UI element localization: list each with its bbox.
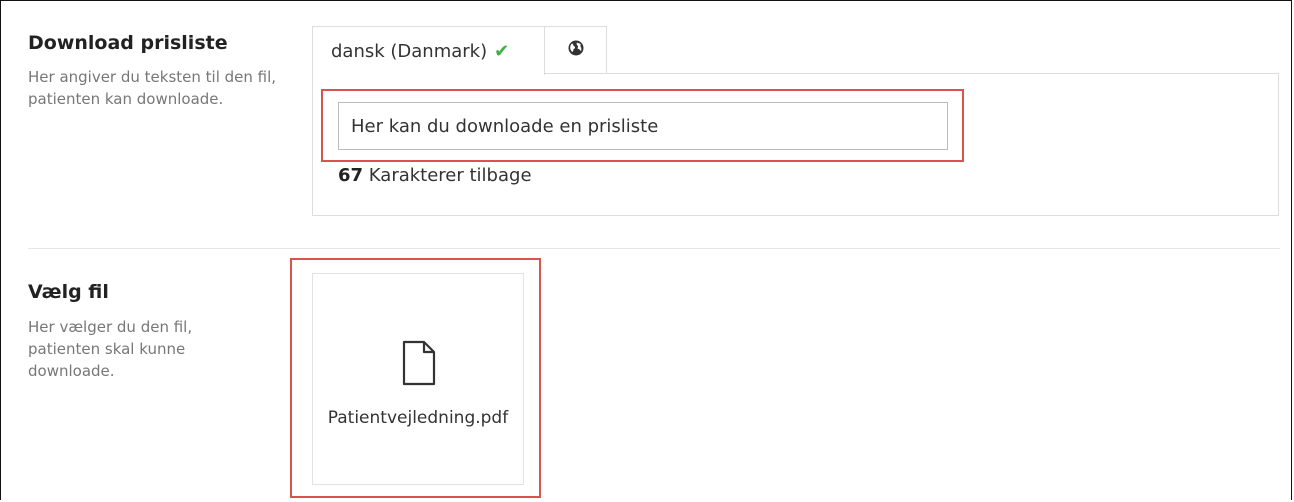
globe-icon: [568, 40, 584, 61]
file-section-title: Vælg fil: [28, 281, 109, 303]
file-highlight-box: [290, 258, 541, 498]
tab-globe[interactable]: [545, 26, 607, 74]
section-divider: [28, 248, 1280, 249]
counter-text: Karakterer tilbage: [368, 165, 532, 186]
character-counter: 67 Karakterer tilbage: [338, 165, 532, 186]
download-section-title: Download prisliste: [28, 32, 228, 54]
input-highlight-box: [321, 89, 964, 162]
check-icon: ✔: [494, 40, 510, 62]
counter-number: 67: [338, 165, 364, 186]
tab-label: dansk (Danmark): [331, 40, 488, 62]
download-section-description: Her angiver du teksten til den fil, pati…: [28, 68, 277, 108]
file-section-description: Her vælger du den fil, patienten skal ku…: [28, 318, 193, 380]
tab-dansk-danmark[interactable]: dansk (Danmark) ✔: [312, 26, 545, 75]
